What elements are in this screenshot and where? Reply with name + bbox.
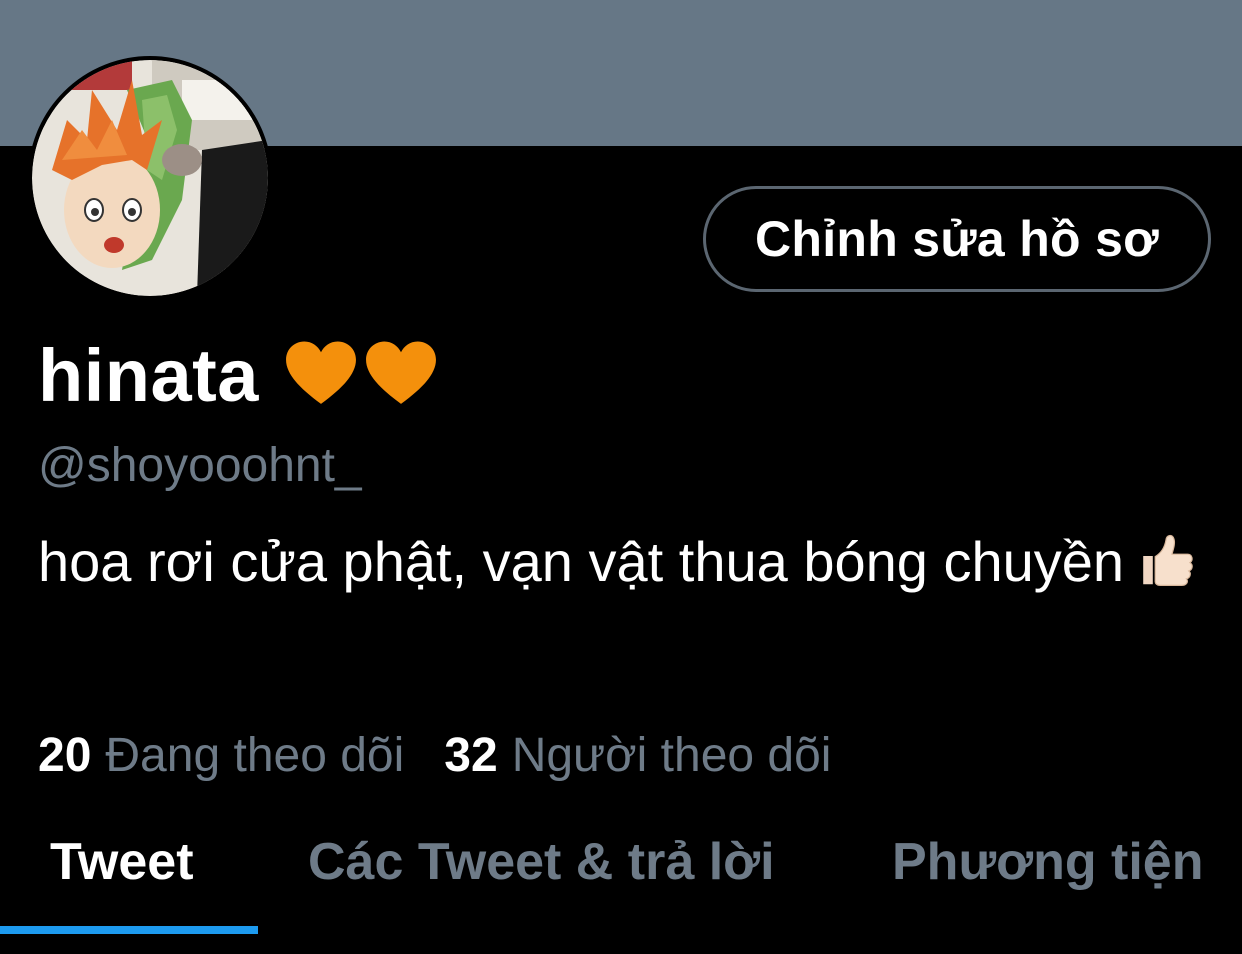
display-name-row: hinata	[38, 330, 439, 420]
user-handle: @shoyooohnt_	[38, 439, 362, 492]
name-emoji	[283, 337, 439, 413]
follow-stats: 20 Đang theo dõi 32 Người theo dõi	[38, 728, 831, 783]
orange-heart-icon	[365, 341, 436, 404]
following-stat[interactable]: 20 Đang theo dõi	[38, 728, 404, 783]
followers-label: Người theo dõi	[511, 729, 832, 782]
tab-tweets[interactable]: Tweet	[50, 832, 194, 892]
profile-tabs: Tweet Các Tweet & trả lời Phương tiện	[0, 822, 1242, 954]
thumbs-up-icon	[1136, 529, 1196, 610]
orange-heart-icon	[285, 341, 356, 404]
active-tab-indicator	[0, 926, 258, 934]
tab-media[interactable]: Phương tiện	[892, 832, 1204, 892]
following-count: 20	[38, 729, 92, 782]
followers-stat[interactable]: 32 Người theo dõi	[444, 728, 831, 783]
followers-count: 32	[444, 729, 498, 782]
profile-page: Chỉnh sửa hồ sơ hinata @shoyooohnt_ hoa …	[0, 0, 1242, 954]
avatar[interactable]	[28, 56, 272, 300]
following-label: Đang theo dõi	[105, 729, 405, 782]
profile-bio: hoa rơi cửa phật, vạn vật thua bóng chuy…	[38, 522, 1198, 610]
bio-text: hoa rơi cửa phật, vạn vật thua bóng chuy…	[38, 530, 1125, 593]
tab-tweets-and-replies[interactable]: Các Tweet & trả lời	[308, 832, 775, 892]
avatar-image	[32, 60, 268, 296]
edit-profile-button[interactable]: Chỉnh sửa hồ sơ	[703, 186, 1211, 292]
display-name: hinata	[38, 333, 259, 417]
